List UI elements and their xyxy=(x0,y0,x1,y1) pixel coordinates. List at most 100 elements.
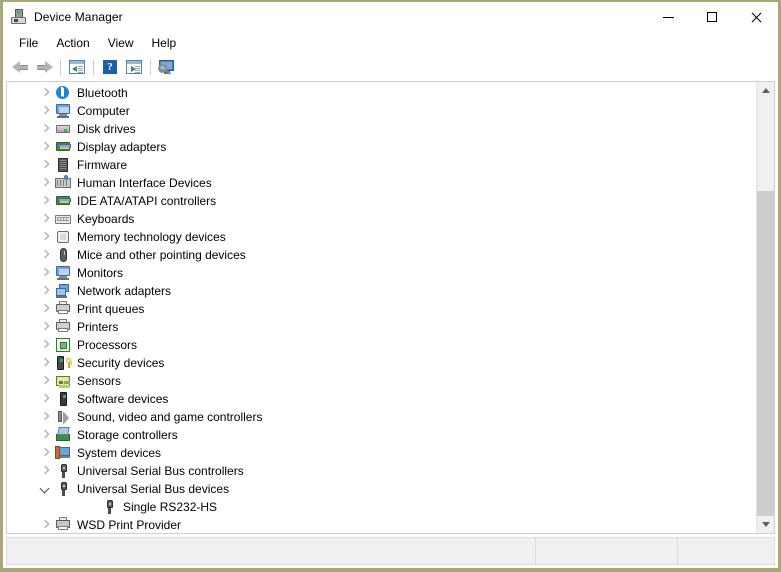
chevron-right-icon[interactable] xyxy=(37,373,53,389)
usb-icon xyxy=(55,481,71,497)
chevron-right-icon[interactable] xyxy=(37,211,53,227)
help-glyph: ? xyxy=(107,60,113,73)
tree-item-label: System devices xyxy=(77,446,162,460)
chevron-right-icon[interactable] xyxy=(37,175,53,191)
tree-item-label: Processors xyxy=(77,338,138,352)
maximize-button[interactable] xyxy=(690,2,734,32)
tree-item[interactable]: Processors xyxy=(7,336,756,354)
forward-button[interactable] xyxy=(32,56,56,78)
tree-item[interactable]: Monitors xyxy=(7,264,756,282)
tree-item[interactable]: Keyboards xyxy=(7,210,756,228)
chevron-right-icon[interactable] xyxy=(37,301,53,317)
status-bar xyxy=(6,537,775,565)
tree-item-label: Monitors xyxy=(77,266,124,280)
chevron-right-icon[interactable] xyxy=(37,229,53,245)
human-interface-device-icon xyxy=(55,175,71,191)
chevron-right-icon[interactable] xyxy=(37,265,53,281)
minimize-button[interactable] xyxy=(646,2,690,32)
tree-item[interactable]: Single RS232-HS xyxy=(7,498,756,516)
usb-icon xyxy=(101,499,117,515)
chevron-right-icon[interactable] xyxy=(37,355,53,371)
scroll-down-button[interactable] xyxy=(757,516,774,533)
tree-item-label: IDE ATA/ATAPI controllers xyxy=(77,194,217,208)
tree-item[interactable]: Sound, video and game controllers xyxy=(7,408,756,426)
tree-item[interactable]: Bluetooth xyxy=(7,84,756,102)
chevron-right-icon[interactable] xyxy=(37,283,53,299)
tree-item[interactable]: Software devices xyxy=(7,390,756,408)
tree-item[interactable]: Firmware xyxy=(7,156,756,174)
mouse-icon xyxy=(55,247,71,263)
system-device-icon xyxy=(55,445,71,461)
update-driver-button[interactable] xyxy=(122,56,146,78)
display-adapter-icon xyxy=(55,139,71,155)
tree-item[interactable]: Sensors xyxy=(7,372,756,390)
tree-item-label: Human Interface Devices xyxy=(77,176,212,190)
disk-drive-icon xyxy=(55,121,71,137)
tree-item[interactable]: IDE ATA/ATAPI controllers xyxy=(7,192,756,210)
chevron-right-icon[interactable] xyxy=(37,247,53,263)
scrollbar-track[interactable] xyxy=(757,99,774,516)
chevron-right-icon[interactable] xyxy=(37,193,53,209)
tree-item[interactable]: System devices xyxy=(7,444,756,462)
tree-item-label: Sound, video and game controllers xyxy=(77,410,263,424)
toolbar-separator-1 xyxy=(60,59,61,75)
tree-item[interactable]: Human Interface Devices xyxy=(7,174,756,192)
chevron-right-icon[interactable] xyxy=(37,121,53,137)
chevron-right-icon[interactable] xyxy=(37,445,53,461)
chevron-right-icon[interactable] xyxy=(37,337,53,353)
chevron-right-icon[interactable] xyxy=(37,103,53,119)
vertical-scrollbar[interactable] xyxy=(756,82,774,533)
tree-item[interactable]: Universal Serial Bus devices xyxy=(7,480,756,498)
tree-item-label: Display adapters xyxy=(77,140,167,154)
tree-item[interactable]: Storage controllers xyxy=(7,426,756,444)
security-key-icon xyxy=(55,355,71,371)
scan-hardware-button[interactable] xyxy=(155,56,179,78)
help-button[interactable]: ? xyxy=(98,56,122,78)
tree-item[interactable]: Printers xyxy=(7,318,756,336)
title-bar: Device Manager xyxy=(3,2,778,32)
chevron-right-icon[interactable] xyxy=(37,517,53,533)
chevron-right-icon[interactable] xyxy=(37,427,53,443)
scrollbar-thumb[interactable] xyxy=(757,190,774,516)
menu-view[interactable]: View xyxy=(99,34,143,52)
close-icon xyxy=(751,12,762,23)
tree-item[interactable]: Memory technology devices xyxy=(7,228,756,246)
scroll-up-button[interactable] xyxy=(757,82,774,99)
chevron-right-icon[interactable] xyxy=(37,391,53,407)
tree-item-label: Storage controllers xyxy=(77,428,178,442)
monitor-icon xyxy=(55,265,71,281)
tree-item[interactable]: Disk drives xyxy=(7,120,756,138)
tree-item[interactable]: Display adapters xyxy=(7,138,756,156)
tree-item[interactable]: Computer xyxy=(7,102,756,120)
sensor-icon xyxy=(55,373,71,389)
device-tree-panel: Bluetooth Computer Disk drives Display adap… xyxy=(6,81,775,534)
chevron-down-icon[interactable] xyxy=(37,481,53,497)
tree-item[interactable]: Universal Serial Bus controllers xyxy=(7,462,756,480)
tree-item[interactable]: Mice and other pointing devices xyxy=(7,246,756,264)
chevron-right-icon[interactable] xyxy=(37,157,53,173)
tree-item[interactable]: WSD Print Provider xyxy=(7,516,756,533)
tree-item[interactable]: Security devices xyxy=(7,354,756,372)
properties-button[interactable] xyxy=(65,56,89,78)
status-pane-1 xyxy=(7,538,535,564)
chevron-right-icon[interactable] xyxy=(37,409,53,425)
tree-item[interactable]: Network adapters xyxy=(7,282,756,300)
tree-item[interactable]: Print queues xyxy=(7,300,756,318)
device-tree[interactable]: Bluetooth Computer Disk drives Display adap… xyxy=(7,82,756,533)
chevron-right-icon[interactable] xyxy=(37,319,53,335)
tree-item-label: Memory technology devices xyxy=(77,230,226,244)
chevron-right-icon[interactable] xyxy=(37,139,53,155)
chevron-right-icon[interactable] xyxy=(37,463,53,479)
menu-action[interactable]: Action xyxy=(47,34,98,52)
close-button[interactable] xyxy=(734,2,778,32)
menu-bar: File Action View Help xyxy=(3,32,778,54)
back-button[interactable] xyxy=(8,56,32,78)
menu-help[interactable]: Help xyxy=(143,34,186,52)
maximize-icon xyxy=(707,12,717,22)
toolbar: ? xyxy=(3,54,778,81)
scroll-down-arrow-icon xyxy=(761,522,770,527)
menu-file[interactable]: File xyxy=(10,34,47,52)
tree-item-label: Computer xyxy=(77,104,130,118)
chevron-right-icon[interactable] xyxy=(37,85,53,101)
